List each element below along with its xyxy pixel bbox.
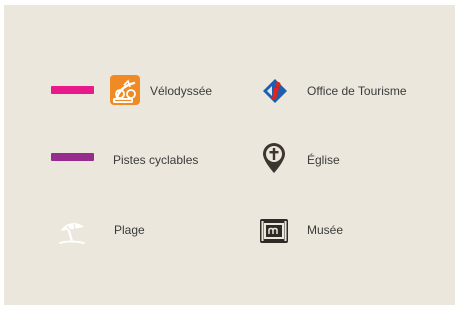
legend-label-velodyssee: Vélodyssée [150,84,213,98]
legend-label-office-de-tourisme: Office de Tourisme [307,84,407,98]
legend-label-pistes-cyclables: Pistes cyclables [113,153,199,167]
church-cross-pin-icon [263,143,285,173]
beach-umbrella-icon [59,223,85,244]
legend-label-eglise: Église [307,153,340,167]
legend-label-musee: Musée [307,223,344,237]
legend-label-plage: Plage [114,223,145,237]
map-legend: Vélodyssée Pistes cyclables Plage Office… [4,5,455,305]
velodyssee-logo-icon [110,75,140,105]
museum-icon [260,219,288,243]
velodyssee-route-line [51,86,94,94]
bike-path-line [51,153,94,161]
tourist-office-icon [263,79,287,103]
